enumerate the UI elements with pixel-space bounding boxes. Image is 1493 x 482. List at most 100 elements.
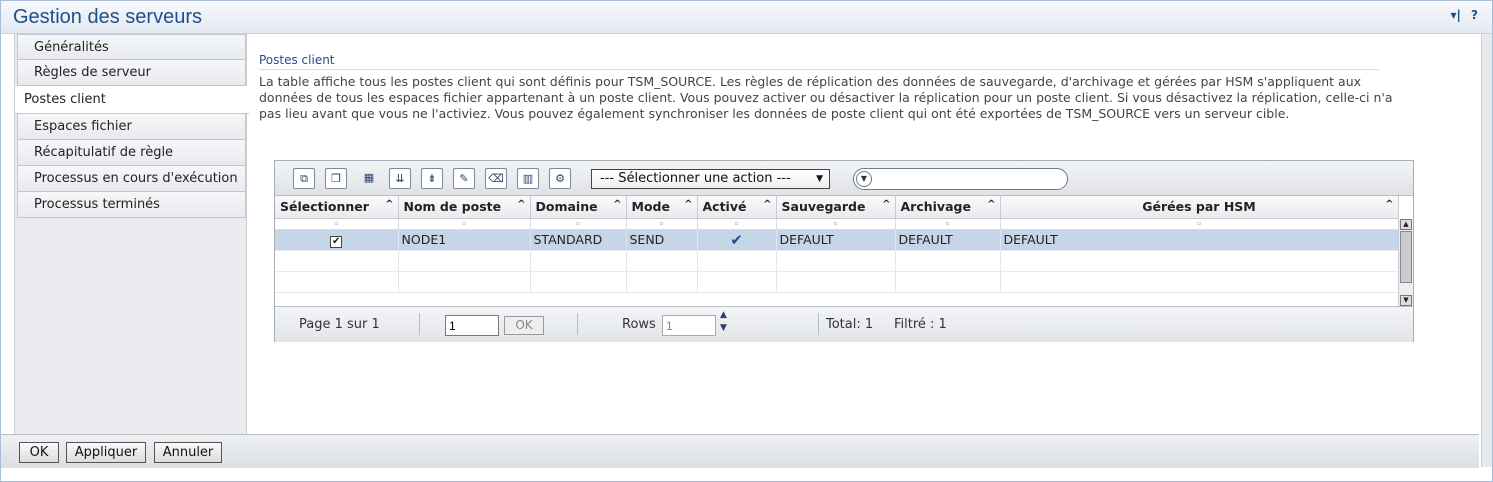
page-number-input[interactable] (445, 315, 499, 336)
col-header-hsm-label: Gérées par HSM (1142, 199, 1256, 215)
cell-archive: DEFAULT (895, 229, 1001, 251)
empty-row (275, 271, 1399, 293)
enabled-check-icon: ✔ (697, 229, 777, 251)
data-table: Sélectionner ^ Nom de poste ^ Domaine ^ Mod… (275, 196, 1399, 293)
client-nodes-table: ⧉ ❐ ▦ ⇊ ⇟ ✎ ⌫ ▥ ⚙ --- Sélectionner une a… (274, 160, 1414, 342)
column-filter-row: ▫ ▫ ▫ ▫ ▫ ▫ ▫ ▫ (275, 218, 1399, 230)
main-content: Postes client La table affiche tous les … (259, 53, 1409, 122)
dialog-footer: OK Appliquer Annuler (1, 434, 1479, 468)
action-select[interactable]: --- Sélectionner une action --- ▼ (591, 169, 830, 189)
col-header-backup[interactable]: Sauvegarde ^ (776, 196, 896, 219)
sort-icon[interactable]: ^ (517, 199, 525, 210)
column-filter-cell[interactable]: ▫ (776, 218, 896, 230)
col-header-select-label: Sélectionner (280, 199, 369, 215)
chevron-down-icon: ▼ (816, 174, 823, 184)
column-filter-cell[interactable]: ▫ (398, 218, 531, 230)
divider (818, 313, 819, 335)
settings-icon[interactable]: ⚙ (549, 168, 571, 189)
nav-item-server-rules[interactable]: Règles de serveur (17, 60, 246, 86)
nav-item-running-processes[interactable]: Processus en cours d'exécution (17, 166, 246, 192)
cell-node-name: NODE1 (398, 229, 531, 251)
ok-button[interactable]: OK (19, 442, 59, 463)
title-bar: Gestion des serveurs ▾| ? (1, 1, 1492, 34)
col-header-enabled-label: Activé (702, 199, 747, 215)
filter-box[interactable]: ▼ (853, 168, 1068, 190)
navigation-panel: Généralités Règles de serveur Postes cli… (14, 34, 249, 434)
col-header-mode[interactable]: Mode ^ (626, 196, 698, 219)
nav-item-completed-processes[interactable]: Processus terminés (17, 192, 246, 218)
help-icon[interactable]: ? (1471, 8, 1478, 22)
window-scrollbar[interactable] (1481, 34, 1492, 467)
rows-per-page-input[interactable] (662, 315, 716, 336)
col-header-domain[interactable]: Domaine ^ (530, 196, 627, 219)
col-header-select[interactable]: Sélectionner ^ (275, 196, 399, 219)
pagination-bar: Page 1 sur 1 OK Rows ▲▼ Total: 1 Filtré … (275, 306, 1413, 342)
cell-mode: SEND (626, 229, 698, 251)
rows-stepper-icon[interactable]: ▲ ▼ (720, 309, 727, 335)
filter-dropdown-icon[interactable]: ▼ (856, 171, 872, 187)
sort-icon[interactable]: ^ (763, 199, 771, 210)
scroll-thumb[interactable] (1400, 231, 1412, 283)
filter-icon[interactable]: ⇊ (389, 168, 411, 189)
edit-sort-icon[interactable]: ✎ (453, 168, 475, 189)
cell-domain: STANDARD (530, 229, 627, 251)
section-description: La table affiche tous les postes client … (259, 74, 1393, 121)
title-tools: ▾| ? (1444, 8, 1478, 22)
filter-input[interactable] (874, 171, 1064, 187)
col-header-archive-label: Archivage (900, 199, 971, 215)
col-header-mode-label: Mode (631, 199, 670, 215)
page-info: Page 1 sur 1 (299, 317, 380, 332)
sort-icon[interactable]: ^ (882, 199, 890, 210)
server-management-window: Gestion des serveurs ▾| ? Généralités Rè… (0, 0, 1493, 482)
sort-icon[interactable]: ^ (385, 199, 393, 210)
column-filter-cell[interactable]: ▫ (530, 218, 627, 230)
sort-icon[interactable]: ^ (613, 199, 621, 210)
cell-backup: DEFAULT (776, 229, 896, 251)
action-select-label: --- Sélectionner une action --- (600, 171, 791, 186)
apply-button[interactable]: Appliquer (66, 442, 146, 463)
scroll-up-icon[interactable]: ▲ (1400, 219, 1412, 230)
cell-hsm: DEFAULT (1000, 229, 1399, 251)
column-filter-cell[interactable]: ▫ (1000, 218, 1399, 230)
table-row[interactable]: ✔ NODE1 STANDARD SEND ✔ DEFAULT DEFAULT … (275, 229, 1399, 251)
col-header-domain-label: Domaine (535, 199, 598, 215)
sort-icon[interactable]: ^ (1385, 199, 1393, 210)
column-filter-cell[interactable]: ▫ (626, 218, 698, 230)
clear-sort-icon[interactable]: ⌫ (485, 168, 507, 189)
table-toolbar: ⧉ ❐ ▦ ⇊ ⇟ ✎ ⌫ ▥ ⚙ --- Sélectionner une a… (275, 161, 1413, 196)
sort-icon[interactable]: ^ (684, 199, 692, 210)
column-filter-cell[interactable]: ▫ (275, 218, 399, 230)
column-filter-cell[interactable]: ▫ (895, 218, 1001, 230)
col-header-backup-label: Sauvegarde (781, 199, 866, 215)
view-menu-icon[interactable]: ▾| (1450, 8, 1460, 22)
filtered-count: Filtré : 1 (894, 317, 947, 332)
nav-item-client-nodes[interactable]: Postes client (15, 86, 249, 114)
nav-item-rule-summary[interactable]: Récapitulatif de règle (17, 140, 246, 166)
page-go-button[interactable]: OK (504, 316, 544, 335)
select-all-icon[interactable]: ⧉ (293, 168, 315, 189)
col-header-node-name-label: Nom de poste (403, 199, 502, 215)
col-header-hsm[interactable]: Gérées par HSM ^ (1000, 196, 1399, 219)
columns-icon[interactable]: ▥ (517, 168, 539, 189)
divider (577, 313, 578, 335)
edit-table-icon[interactable]: ▦ (358, 168, 380, 189)
col-header-archive[interactable]: Archivage ^ (895, 196, 1001, 219)
rows-label: Rows (622, 317, 656, 332)
deselect-all-icon[interactable]: ❐ (325, 168, 347, 189)
total-count: Total: 1 (826, 317, 874, 332)
row-select-cell[interactable]: ✔ (275, 229, 399, 251)
table-scrollbar[interactable]: ▲ ▼ (1398, 219, 1413, 306)
empty-row (275, 250, 1399, 272)
nav-item-file-spaces[interactable]: Espaces fichier (17, 114, 246, 140)
clear-filter-icon[interactable]: ⇟ (421, 168, 443, 189)
section-title: Postes client (259, 53, 1379, 70)
scroll-down-icon[interactable]: ▼ (1400, 295, 1412, 306)
sort-icon[interactable]: ^ (987, 199, 995, 210)
col-header-node-name[interactable]: Nom de poste ^ (398, 196, 531, 219)
col-header-enabled[interactable]: Activé ^ (697, 196, 777, 219)
column-filter-cell[interactable]: ▫ (697, 218, 777, 230)
nav-item-general[interactable]: Généralités (17, 34, 246, 60)
row-checkbox[interactable]: ✔ (330, 235, 343, 248)
window-title: Gestion des serveurs (13, 6, 202, 28)
cancel-button[interactable]: Annuler (154, 442, 222, 463)
